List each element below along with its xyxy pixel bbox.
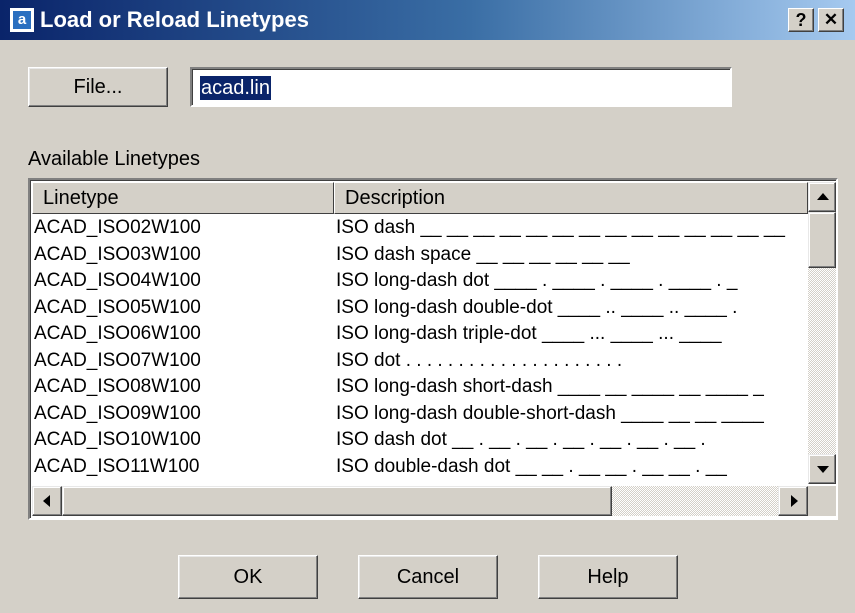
list-item[interactable]: ACAD_ISO11W100 ISO double-dash dot __ __ … (32, 455, 832, 479)
column-header-linetype[interactable]: Linetype (32, 182, 334, 214)
linetype-name: ACAD_ISO07W100 (34, 349, 201, 371)
file-name-input[interactable]: acad.lin (190, 67, 732, 107)
close-title-button[interactable]: ✕ (818, 8, 844, 32)
vertical-scroll-thumb[interactable] (808, 212, 836, 268)
scrollbar-corner (808, 486, 836, 516)
available-linetypes-label: Available Linetypes (28, 148, 200, 170)
linetype-name: ACAD_ISO02W100 (34, 217, 201, 238)
linetype-description: ISO long-dash triple-dot ____ ... ____ .… (336, 323, 722, 344)
linetype-list[interactable]: Linetype Description ACAD_ISO02W100 ISO d… (28, 178, 838, 520)
linetype-name: ACAD_ISO11W100 (34, 455, 200, 477)
linetype-description: ISO dash __ __ __ __ __ __ __ __ __ __ _… (336, 217, 785, 238)
linetype-name: ACAD_ISO06W100 (34, 323, 201, 344)
horizontal-scroll-thumb[interactable] (62, 486, 612, 516)
ok-button[interactable]: OK (178, 555, 318, 599)
down-arrow-icon (817, 466, 829, 473)
right-arrow-icon (791, 495, 798, 507)
scroll-right-button[interactable] (778, 486, 808, 516)
title-bar[interactable]: a Load or Reload Linetypes ? ✕ (0, 0, 855, 40)
linetype-description: ISO dash dot __ . __ . __ . __ . __ . __… (336, 429, 706, 450)
linetype-description: ISO dash space __ __ __ __ __ __ (336, 243, 630, 265)
app-icon-glyph: a (13, 11, 31, 29)
list-item[interactable]: ACAD_ISO05W100 ISO long-dash double-dot _… (32, 296, 832, 320)
linetype-name: ACAD_ISO04W100 (34, 270, 201, 291)
app-icon: a (10, 8, 34, 32)
list-item[interactable]: ACAD_ISO06W100 ISO long-dash triple-dot _… (32, 322, 832, 346)
column-header-description[interactable]: Description (334, 182, 808, 214)
scroll-down-button[interactable] (808, 454, 836, 484)
linetype-name: ACAD_ISO10W100 (34, 429, 201, 450)
linetype-name: ACAD_ISO03W100 (34, 243, 201, 265)
load-linetypes-dialog: a Load or Reload Linetypes ? ✕ File... a… (0, 0, 855, 613)
linetype-description: ISO double-dash dot __ __ . __ __ . __ _… (336, 455, 727, 477)
window-title: Load or Reload Linetypes (40, 7, 309, 32)
file-name-value: acad.lin (200, 76, 271, 100)
linetype-description: ISO long-dash double-dot ____ .. ____ ..… (336, 296, 738, 318)
help-title-button[interactable]: ? (788, 8, 814, 32)
list-item[interactable]: ACAD_ISO08W100 ISO long-dash short-dash _… (32, 375, 832, 399)
linetype-name: ACAD_ISO09W100 (34, 402, 201, 424)
linetype-description: ISO dot . . . . . . . . . . . . . . . . … (336, 349, 623, 371)
linetype-description: ISO long-dash dot ____ . ____ . ____ . _… (336, 270, 738, 291)
scroll-up-button[interactable] (808, 182, 836, 212)
linetype-description: ISO long-dash double-short-dash ____ __ … (336, 402, 764, 424)
horizontal-scrollbar[interactable] (32, 486, 808, 516)
list-item[interactable]: ACAD_ISO02W100 ISO dash __ __ __ __ __ __… (32, 216, 832, 240)
vertical-scrollbar[interactable] (808, 182, 836, 484)
list-item[interactable]: ACAD_ISO04W100 ISO long-dash dot ____ . _… (32, 269, 832, 293)
cancel-button[interactable]: Cancel (358, 555, 498, 599)
linetype-description: ISO long-dash short-dash ____ __ ____ __… (336, 376, 764, 397)
up-arrow-icon (817, 193, 829, 200)
left-arrow-icon (43, 495, 50, 507)
list-item[interactable]: ACAD_ISO09W100 ISO long-dash double-short… (32, 402, 832, 426)
help-button[interactable]: Help (538, 555, 678, 599)
list-item[interactable]: ACAD_ISO07W100 ISO dot . . . . . . . . . … (32, 349, 832, 373)
scroll-left-button[interactable] (32, 486, 62, 516)
linetype-name: ACAD_ISO08W100 (34, 376, 201, 397)
linetype-name: ACAD_ISO05W100 (34, 296, 201, 318)
list-item[interactable]: ACAD_ISO03W100 ISO dash space __ __ __ __… (32, 243, 832, 267)
list-item[interactable]: ACAD_ISO10W100 ISO dash dot __ . __ . __ … (32, 428, 832, 452)
file-button[interactable]: File... (28, 67, 168, 107)
